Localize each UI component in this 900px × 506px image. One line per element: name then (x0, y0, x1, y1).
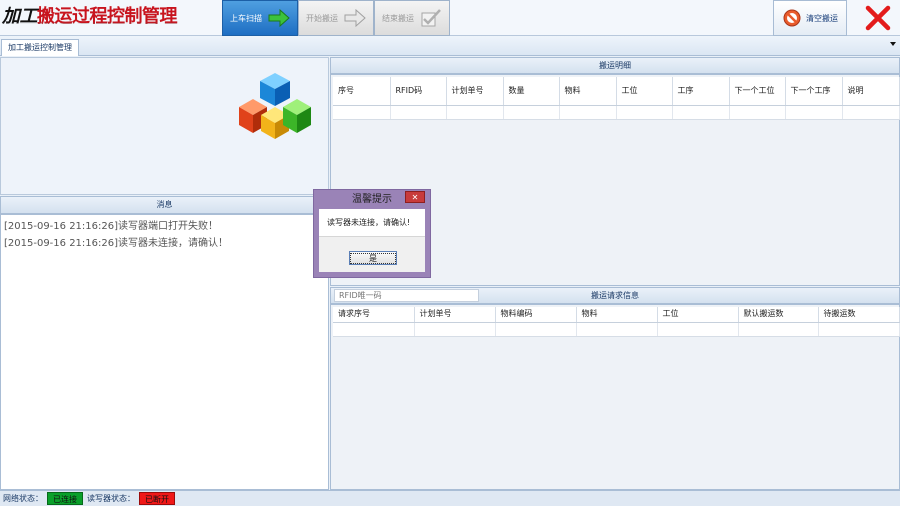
request-info-header-row: 请求序号 计划单号 物料编码 物料 工位 默认搬运数 待搬运数 (333, 307, 900, 323)
network-status-label: 网络状态： (3, 494, 43, 503)
arrow-right-icon (344, 9, 366, 27)
column-header[interactable]: 待搬运数 (818, 307, 900, 323)
column-header[interactable]: 下一个工序 (785, 77, 843, 106)
messages-header: 消息 (0, 196, 329, 214)
arrow-right-icon (268, 9, 290, 27)
column-header[interactable]: 数量 (503, 77, 560, 106)
column-header[interactable]: 物料 (576, 307, 658, 323)
tab-transport-control[interactable]: 加工搬运控制管理 (1, 39, 79, 56)
tab-dropdown-icon[interactable] (890, 42, 896, 46)
messages-panel: [2015-09-16 21:16:26]读写器端口打开失败！ [2015-09… (0, 214, 329, 490)
column-header[interactable]: 工位 (657, 307, 739, 323)
alert-dialog: 温馨提示 ✕ 读写器未连接，请确认! 是 (313, 189, 431, 278)
tab-bar: 加工搬运控制管理 (0, 36, 900, 56)
request-info-title: 搬运请求信息 (591, 291, 639, 300)
close-icon (865, 5, 891, 31)
dialog-close-button[interactable]: ✕ (405, 191, 425, 203)
column-header[interactable]: 序号 (333, 77, 391, 106)
end-transport-label: 结束搬运 (382, 13, 414, 23)
dialog-message: 读写器未连接，请确认! (319, 209, 425, 236)
prohibit-icon (783, 9, 801, 27)
clear-transport-label: 清空搬运 (806, 13, 838, 23)
request-info-header-bar: 搬运请求信息 (330, 287, 900, 304)
table-row[interactable] (333, 105, 900, 120)
app-header: 加工搬运过程控制管理 加工搬运过程控制管理 上车扫描 开始搬运 结束搬运 清空搬… (0, 0, 900, 36)
column-header[interactable]: 计划单号 (446, 77, 504, 106)
network-status-badge: 已连接 (47, 492, 83, 505)
clear-transport-button[interactable]: 清空搬运 (773, 0, 847, 36)
column-header[interactable]: 说明 (842, 77, 900, 106)
dialog-ok-label: 是 (350, 253, 396, 264)
reader-status-label: 读写器状态： (87, 494, 135, 503)
table-row[interactable] (333, 322, 900, 337)
request-info-grid: 请求序号 计划单号 物料编码 物料 工位 默认搬运数 待搬运数 (333, 307, 900, 337)
transport-details-header: 搬运明细 (330, 57, 900, 74)
column-header[interactable]: 下一个工位 (729, 77, 786, 106)
checkbox-check-icon (421, 9, 441, 27)
column-header[interactable]: 默认搬运数 (738, 307, 819, 323)
request-info-panel: 请求序号 计划单号 物料编码 物料 工位 默认搬运数 待搬运数 (330, 304, 900, 490)
reader-status-badge: 已断开 (139, 492, 175, 505)
scan-button-label: 上车扫描 (230, 13, 262, 23)
column-header[interactable]: 工序 (672, 77, 730, 106)
column-header[interactable]: RFID码 (390, 77, 447, 106)
app-title-reflection: 加工搬运过程控制管理 (2, 14, 177, 24)
column-header[interactable]: 计划单号 (414, 307, 496, 323)
rfid-input[interactable] (334, 289, 479, 302)
column-header[interactable]: 物料 (559, 77, 617, 106)
message-line: [2015-09-16 21:16:26]读写器未连接，请确认！ (4, 238, 229, 249)
transport-details-grid: 序号 RFID码 计划单号 数量 物料 工位 工序 下一个工位 下一个工序 说明 (333, 77, 900, 120)
close-app-button[interactable] (860, 2, 896, 34)
start-transport-button[interactable]: 开始搬运 (298, 0, 374, 36)
column-header[interactable]: 请求序号 (333, 307, 415, 323)
end-transport-button[interactable]: 结束搬运 (374, 0, 450, 36)
cubes-logo-icon (239, 73, 311, 139)
message-line: [2015-09-16 21:16:26]读写器端口打开失败！ (4, 221, 219, 232)
column-header[interactable]: 工位 (616, 77, 673, 106)
status-bar: 网络状态： 已连接 读写器状态： 已断开 (0, 490, 900, 506)
dialog-footer: 是 (319, 236, 425, 272)
scan-button[interactable]: 上车扫描 (222, 0, 298, 36)
logo-panel (0, 57, 329, 195)
column-header[interactable]: 物料编码 (495, 307, 577, 323)
start-transport-label: 开始搬运 (306, 13, 338, 23)
dialog-ok-button[interactable]: 是 (349, 251, 397, 265)
transport-details-header-row: 序号 RFID码 计划单号 数量 物料 工位 工序 下一个工位 下一个工序 说明 (333, 77, 900, 106)
